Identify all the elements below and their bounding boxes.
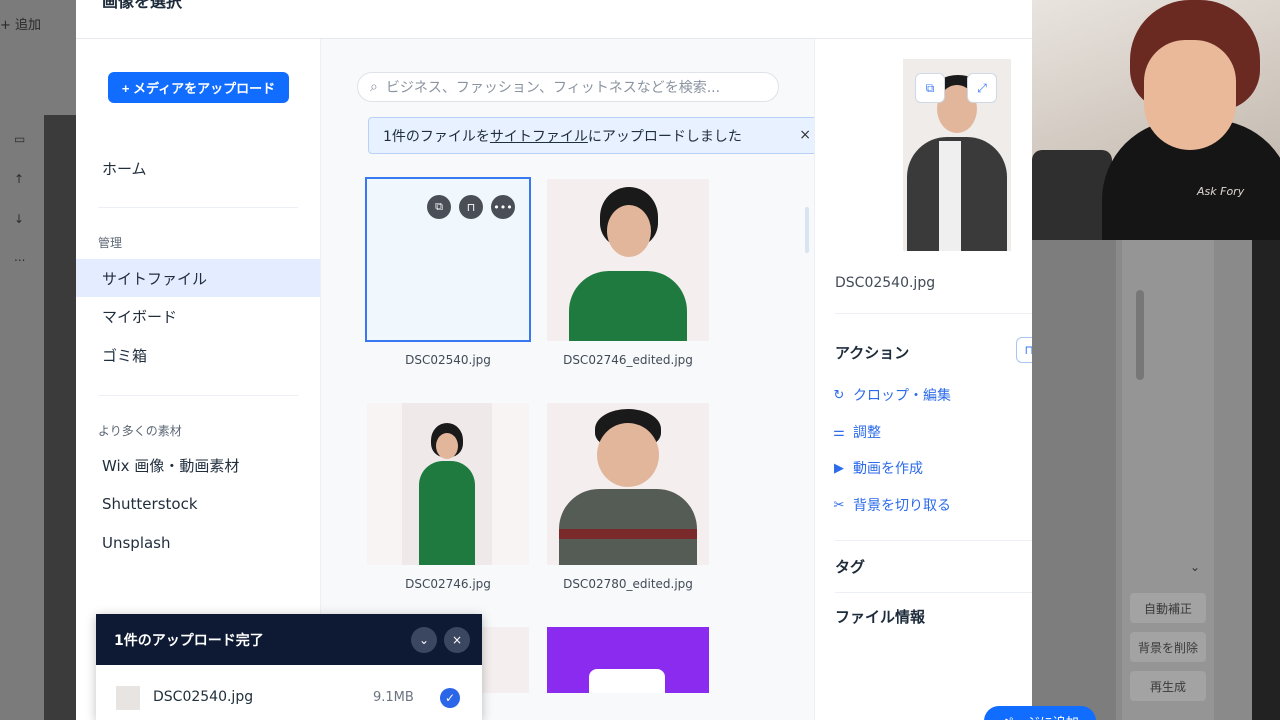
- photo-person-face: [607, 205, 651, 257]
- cut-background-action[interactable]: ✂ 背景を切り取る: [831, 495, 951, 515]
- check-icon: ✓: [440, 688, 460, 708]
- tags-heading: タグ: [835, 558, 866, 576]
- file-thumbnail[interactable]: [547, 403, 709, 565]
- file-name-label: DSC02746.jpg: [405, 577, 491, 591]
- adjust-label: 調整: [853, 425, 881, 441]
- grid-scrollbar[interactable]: [805, 207, 809, 253]
- photo-sweater-stripe: [559, 529, 697, 539]
- uploaded-file-thumbnail: [116, 686, 140, 710]
- sidebar-item-trash[interactable]: ゴミ箱: [76, 336, 320, 374]
- photo-person-body: [569, 271, 687, 341]
- thumbnail-hover-actions: ⧉ ⊓ •••: [427, 195, 515, 219]
- uploaded-file-name: DSC02540.jpg: [153, 689, 254, 705]
- crop-icon[interactable]: ⧉: [915, 73, 945, 103]
- sidebar-item-wix-media[interactable]: Wix 画像・動画素材: [76, 446, 320, 484]
- detail-file-name: DSC02540.jpg: [835, 275, 936, 291]
- bookmark-icon[interactable]: ⊓: [459, 195, 483, 219]
- file-name-label: DSC02746_edited.jpg: [563, 353, 693, 367]
- file-thumbnail-selected[interactable]: ⧉ ⊓ •••: [365, 177, 531, 342]
- sidebar-item-my-board[interactable]: マイボード: [76, 297, 320, 335]
- sidebar-divider: [98, 207, 298, 208]
- upload-media-button[interactable]: + メディアをアップロード: [108, 72, 289, 103]
- upload-status-panel: 1件のアップロード完了 ⌄ × DSC02540.jpg 9.1MB ✓: [96, 614, 482, 720]
- file-preview-image: ⧉ ⤢: [903, 59, 1011, 251]
- sidebar-section-manage: 管理: [98, 236, 123, 250]
- sidebar-section-more: より多くの素材: [98, 424, 182, 438]
- photo-person-body: [419, 461, 475, 565]
- editor-dark-strip: [1252, 240, 1280, 720]
- more-icon[interactable]: •••: [491, 195, 515, 219]
- sliders-icon: ⚌: [833, 424, 845, 440]
- toast-suffix: にアップロードしました: [587, 128, 742, 145]
- file-info-heading: ファイル情報: [835, 608, 926, 626]
- webcam-overlay: Ask Fory: [1032, 0, 1280, 240]
- actions-heading: アクション: [835, 344, 910, 362]
- image-picker-modal: 画像を選択 + メディアをアップロード ホーム 管理 サイトファイル マイボード…: [76, 0, 1032, 720]
- editor-layer-icon[interactable]: ▭: [14, 132, 25, 146]
- create-video-action[interactable]: ▶ 動画を作成: [831, 458, 923, 478]
- crop-rotate-icon: ↻: [833, 387, 845, 403]
- search-icon: ⌕: [370, 79, 378, 95]
- search-input[interactable]: ⌕ ビジネス、ファッション、フィットネスなどを検索...: [357, 72, 779, 102]
- editor-canvas-edge: [44, 115, 76, 720]
- adjust-action[interactable]: ⚌ 調整: [831, 422, 881, 442]
- file-name-label: DSC02780_edited.jpg: [563, 577, 693, 591]
- crop-edit-label: クロップ・編集: [853, 388, 951, 404]
- detail-divider: [835, 540, 1032, 541]
- cut-background-label: 背景を切り取る: [853, 498, 951, 514]
- webcam-person-face: [1144, 40, 1236, 150]
- webcam-chair: [1032, 150, 1112, 240]
- auto-enhance-button[interactable]: 自動補正: [1130, 593, 1206, 623]
- editor-more-icon[interactable]: ...: [14, 250, 25, 264]
- scissors-icon: ✂: [833, 497, 845, 513]
- remove-background-button[interactable]: 背景を削除: [1130, 632, 1206, 662]
- chevron-down-icon[interactable]: ⌄: [411, 627, 437, 653]
- chevron-down-icon[interactable]: ⌄: [1190, 560, 1200, 574]
- search-placeholder: ビジネス、ファッション、フィットネスなどを検索...: [385, 80, 721, 96]
- crop-edit-action[interactable]: ↻ クロップ・編集: [831, 385, 951, 405]
- editor-move-down-icon[interactable]: ↓: [14, 212, 24, 226]
- webcam-shirt-logo: Ask Fory: [1197, 185, 1245, 198]
- play-icon: ▶: [834, 460, 844, 476]
- editor-scrollbar[interactable]: [1136, 290, 1144, 380]
- file-thumbnail[interactable]: [547, 179, 709, 341]
- detail-divider: [835, 592, 1032, 593]
- sidebar-item-unsplash[interactable]: Unsplash: [76, 524, 320, 562]
- photo-shirt: [939, 141, 961, 251]
- file-thumbnail[interactable]: [367, 403, 529, 565]
- file-detail-panel: ⧉ ⤢ DSC02540.jpg アクション ⊓ ••• ↻ クロップ・編集 ⚌…: [814, 39, 1032, 720]
- add-to-page-button[interactable]: ページに追加: [984, 706, 1096, 720]
- photo-person-body: [559, 489, 697, 565]
- regenerate-button[interactable]: 再生成: [1130, 671, 1206, 701]
- photo-person-face: [597, 423, 659, 487]
- detail-divider: [835, 313, 1032, 314]
- bookmark-icon[interactable]: ⊓: [1016, 337, 1032, 363]
- file-thumbnail[interactable]: [547, 627, 709, 693]
- file-name-label: DSC02540.jpg: [405, 353, 491, 367]
- toast-prefix: 1件のファイルを: [383, 128, 490, 145]
- upload-success-toast: 1件のファイルを サイトファイル にアップロードしました ×: [368, 117, 824, 154]
- create-video-label: 動画を作成: [853, 461, 923, 477]
- editor-add-button[interactable]: + 追加: [0, 14, 41, 33]
- modal-title: 画像を選択: [102, 0, 183, 11]
- editor-move-up-icon[interactable]: ↑: [14, 172, 24, 186]
- expand-icon[interactable]: ⤢: [967, 73, 997, 103]
- close-icon[interactable]: ×: [444, 627, 470, 653]
- photo-person-face: [436, 433, 458, 459]
- uploaded-file-size: 9.1MB: [373, 690, 414, 705]
- toast-site-files-link[interactable]: サイトファイル: [490, 126, 588, 146]
- sidebar-item-home[interactable]: ホーム: [76, 149, 320, 187]
- sidebar-divider: [98, 395, 298, 396]
- crop-icon[interactable]: ⧉: [427, 195, 451, 219]
- sidebar-item-site-files[interactable]: サイトファイル: [76, 259, 320, 297]
- photo-logo-shape: [589, 669, 665, 693]
- close-icon[interactable]: ×: [799, 127, 811, 143]
- sidebar-item-shutterstock[interactable]: Shutterstock: [76, 485, 320, 523]
